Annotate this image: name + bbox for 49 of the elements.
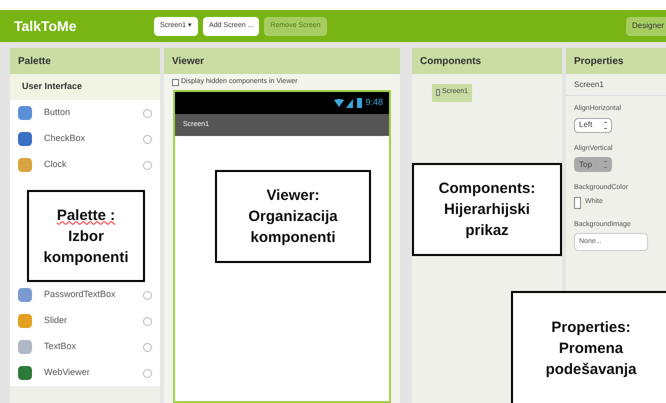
callout-text: Viewer: (266, 186, 320, 206)
help-icon[interactable] (143, 290, 152, 300)
select-field[interactable]: Left (574, 118, 612, 132)
callout-text: komponenti (44, 248, 128, 268)
app-title: TalkToMe (14, 16, 78, 36)
panel-header: Components (412, 48, 562, 74)
panel-header: Viewer (164, 48, 400, 74)
help-icon[interactable] (143, 134, 152, 144)
palette-item[interactable]: CheckBox (10, 126, 160, 152)
palette-item[interactable]: PasswordTextBox (10, 282, 160, 308)
component-icon (18, 314, 32, 328)
signal-icon (334, 98, 354, 108)
callout-text: Promena (558, 339, 624, 359)
component-icon (18, 158, 32, 172)
panel-header: Properties (566, 48, 666, 74)
help-icon[interactable] (143, 368, 152, 378)
palette-item[interactable]: Clock (10, 152, 160, 178)
component-icon (18, 288, 32, 302)
component-icon (18, 340, 32, 354)
checkbox[interactable] (172, 78, 179, 86)
panel-header: Palette (10, 48, 160, 74)
callout-text: podešavanja (546, 360, 636, 380)
battery-icon (357, 98, 362, 108)
callout-text: komponenti (250, 228, 336, 248)
palette-item[interactable]: Slider (10, 308, 160, 334)
select-field[interactable]: Top (574, 157, 612, 172)
palette-section[interactable]: User Interface (10, 74, 160, 100)
callout-text: Components: (438, 179, 536, 199)
callout-text: Properties: (551, 318, 631, 338)
callout-text: Hijerarhijski (444, 200, 530, 220)
component-icon (18, 366, 32, 380)
help-icon[interactable] (143, 108, 152, 118)
callout-text: prikaz (465, 221, 509, 241)
help-icon[interactable] (143, 316, 152, 326)
help-icon[interactable] (143, 160, 152, 170)
component-name: Screen1 (566, 74, 666, 96)
palette-item[interactable]: WebViewer (10, 360, 160, 386)
palette-item[interactable]: Button (10, 100, 160, 126)
component-icon (18, 132, 32, 146)
callout-text: Izbor (68, 226, 104, 246)
phone-icon (436, 89, 440, 96)
clock-time: 9:48 (365, 96, 383, 110)
palette-item[interactable]: TextBox (10, 334, 160, 360)
designer-button[interactable]: Designer (626, 16, 666, 36)
callout-text: Palette : (56, 206, 116, 226)
callout-text: Organizacija (248, 207, 338, 227)
help-icon[interactable] (143, 342, 152, 352)
component-icon (18, 106, 32, 120)
color-swatch[interactable] (574, 196, 581, 208)
